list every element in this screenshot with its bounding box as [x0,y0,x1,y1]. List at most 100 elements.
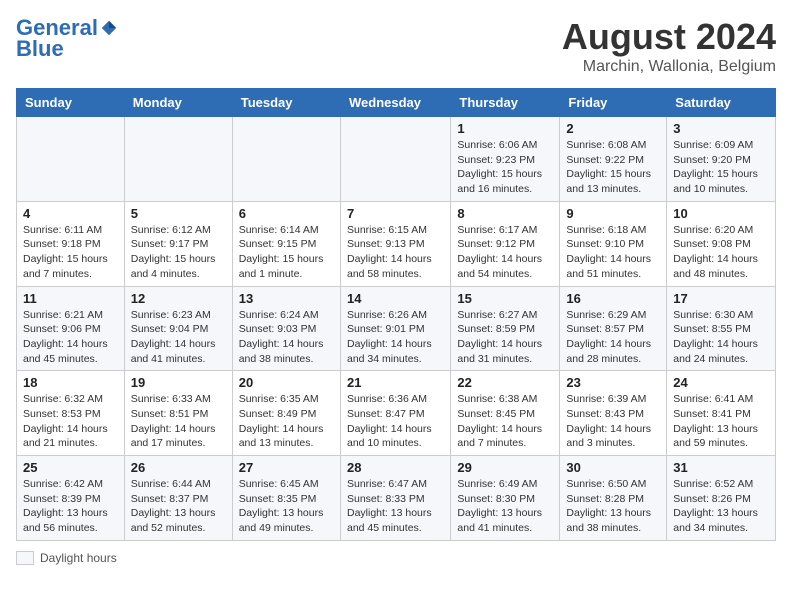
day-info: Sunrise: 6:15 AM Sunset: 9:13 PM Dayligh… [347,223,444,282]
page-header: General Blue August 2024 Marchin, Wallon… [16,16,776,76]
calendar-cell: 7 Sunrise: 6:15 AM Sunset: 9:13 PM Daylig… [340,201,450,286]
calendar-cell: 1Sunrise: 6:06 AM Sunset: 9:23 PM Daylig… [451,117,560,202]
legend-label: Daylight hours [40,551,117,565]
calendar-cell: 17Sunrise: 6:30 AM Sunset: 8:55 PM Dayli… [667,286,776,371]
day-info: Sunrise: 6:23 AM Sunset: 9:04 PM Dayligh… [131,308,226,367]
calendar-cell: 8Sunrise: 6:17 AM Sunset: 9:12 PM Daylig… [451,201,560,286]
weekday-header: Monday [124,89,232,117]
calendar-week-row: 25 Sunrise: 6:42 AM Sunset: 8:39 PM Dayli… [17,456,776,541]
day-info: Sunrise: 6:09 AM Sunset: 9:20 PM Dayligh… [673,138,769,197]
calendar-cell: 25 Sunrise: 6:42 AM Sunset: 8:39 PM Dayli… [17,456,125,541]
weekday-header: Sunday [17,89,125,117]
calendar-cell: 27 Sunrise: 6:45 AM Sunset: 8:35 PM Dayli… [232,456,340,541]
calendar-cell: 21Sunrise: 6:36 AM Sunset: 8:47 PM Dayli… [340,371,450,456]
day-info: Sunrise: 6:26 AM Sunset: 9:01 PM Dayligh… [347,308,444,367]
day-number: 10 [673,206,769,221]
day-info: Sunrise: 6:29 AM Sunset: 8:57 PM Dayligh… [566,308,660,367]
day-number: 2 [566,121,660,136]
calendar-cell: 13 Sunrise: 6:24 AM Sunset: 9:03 PM Dayli… [232,286,340,371]
logo: General Blue [16,16,118,62]
calendar-cell: 24Sunrise: 6:41 AM Sunset: 8:41 PM Dayli… [667,371,776,456]
day-number: 5 [131,206,226,221]
calendar-cell [232,117,340,202]
calendar-cell: 23Sunrise: 6:39 AM Sunset: 8:43 PM Dayli… [560,371,667,456]
day-number: 8 [457,206,553,221]
calendar-cell: 20 Sunrise: 6:35 AM Sunset: 8:49 PM Dayli… [232,371,340,456]
day-info: Sunrise: 6:21 AM Sunset: 9:06 PM Dayligh… [23,308,118,367]
day-number: 12 [131,291,226,306]
day-info: Sunrise: 6:18 AM Sunset: 9:10 PM Dayligh… [566,223,660,282]
calendar-cell: 12 Sunrise: 6:23 AM Sunset: 9:04 PM Dayli… [124,286,232,371]
day-info: Sunrise: 6:27 AM Sunset: 8:59 PM Dayligh… [457,308,553,367]
day-info: Sunrise: 6:50 AM Sunset: 8:28 PM Dayligh… [566,477,660,536]
day-number: 7 [347,206,444,221]
weekday-header: Saturday [667,89,776,117]
calendar-week-row: 11 Sunrise: 6:21 AM Sunset: 9:06 PM Dayli… [17,286,776,371]
day-number: 28 [347,460,444,475]
day-number: 23 [566,375,660,390]
calendar-cell: 11 Sunrise: 6:21 AM Sunset: 9:06 PM Dayli… [17,286,125,371]
day-number: 25 [23,460,118,475]
day-number: 15 [457,291,553,306]
day-number: 11 [23,291,118,306]
calendar-cell: 14Sunrise: 6:26 AM Sunset: 9:01 PM Dayli… [340,286,450,371]
day-info: Sunrise: 6:49 AM Sunset: 8:30 PM Dayligh… [457,477,553,536]
calendar-cell: 9 Sunrise: 6:18 AM Sunset: 9:10 PM Daylig… [560,201,667,286]
day-number: 19 [131,375,226,390]
day-info: Sunrise: 6:44 AM Sunset: 8:37 PM Dayligh… [131,477,226,536]
calendar-week-row: 18 Sunrise: 6:32 AM Sunset: 8:53 PM Dayli… [17,371,776,456]
day-number: 29 [457,460,553,475]
weekday-header: Tuesday [232,89,340,117]
day-number: 18 [23,375,118,390]
day-info: Sunrise: 6:38 AM Sunset: 8:45 PM Dayligh… [457,392,553,451]
day-number: 20 [239,375,334,390]
calendar-cell: 28 Sunrise: 6:47 AM Sunset: 8:33 PM Dayli… [340,456,450,541]
day-info: Sunrise: 6:45 AM Sunset: 8:35 PM Dayligh… [239,477,334,536]
calendar-cell [17,117,125,202]
month-title: August 2024 [562,16,776,58]
day-info: Sunrise: 6:32 AM Sunset: 8:53 PM Dayligh… [23,392,118,451]
calendar-cell: 22 Sunrise: 6:38 AM Sunset: 8:45 PM Dayli… [451,371,560,456]
day-info: Sunrise: 6:42 AM Sunset: 8:39 PM Dayligh… [23,477,118,536]
day-info: Sunrise: 6:35 AM Sunset: 8:49 PM Dayligh… [239,392,334,451]
day-number: 22 [457,375,553,390]
calendar-cell: 15 Sunrise: 6:27 AM Sunset: 8:59 PM Dayli… [451,286,560,371]
day-number: 17 [673,291,769,306]
day-number: 13 [239,291,334,306]
calendar-header-row: SundayMondayTuesdayWednesdayThursdayFrid… [17,89,776,117]
calendar-cell: 18 Sunrise: 6:32 AM Sunset: 8:53 PM Dayli… [17,371,125,456]
calendar-cell: 26 Sunrise: 6:44 AM Sunset: 8:37 PM Dayli… [124,456,232,541]
calendar-cell: 29 Sunrise: 6:49 AM Sunset: 8:30 PM Dayli… [451,456,560,541]
day-number: 27 [239,460,334,475]
calendar-cell: 16 Sunrise: 6:29 AM Sunset: 8:57 PM Dayli… [560,286,667,371]
day-number: 4 [23,206,118,221]
calendar-cell: 4 Sunrise: 6:11 AM Sunset: 9:18 PM Daylig… [17,201,125,286]
day-info: Sunrise: 6:12 AM Sunset: 9:17 PM Dayligh… [131,223,226,282]
weekday-header: Friday [560,89,667,117]
day-info: Sunrise: 6:06 AM Sunset: 9:23 PM Dayligh… [457,138,553,197]
title-block: August 2024 Marchin, Wallonia, Belgium [562,16,776,76]
legend-box [16,551,34,565]
calendar-cell: 10 Sunrise: 6:20 AM Sunset: 9:08 PM Dayli… [667,201,776,286]
day-number: 24 [673,375,769,390]
calendar-cell: 6Sunrise: 6:14 AM Sunset: 9:15 PM Daylig… [232,201,340,286]
calendar-cell: 30 Sunrise: 6:50 AM Sunset: 8:28 PM Dayli… [560,456,667,541]
calendar-footer: Daylight hours [16,551,776,565]
calendar-week-row: 4 Sunrise: 6:11 AM Sunset: 9:18 PM Daylig… [17,201,776,286]
calendar-cell: 3 Sunrise: 6:09 AM Sunset: 9:20 PM Daylig… [667,117,776,202]
calendar-cell [124,117,232,202]
logo-icon [100,19,118,37]
day-number: 30 [566,460,660,475]
day-number: 26 [131,460,226,475]
calendar-cell: 2Sunrise: 6:08 AM Sunset: 9:22 PM Daylig… [560,117,667,202]
day-info: Sunrise: 6:11 AM Sunset: 9:18 PM Dayligh… [23,223,118,282]
day-info: Sunrise: 6:47 AM Sunset: 8:33 PM Dayligh… [347,477,444,536]
day-info: Sunrise: 6:20 AM Sunset: 9:08 PM Dayligh… [673,223,769,282]
day-number: 16 [566,291,660,306]
day-info: Sunrise: 6:24 AM Sunset: 9:03 PM Dayligh… [239,308,334,367]
calendar-week-row: 1Sunrise: 6:06 AM Sunset: 9:23 PM Daylig… [17,117,776,202]
weekday-header: Thursday [451,89,560,117]
day-number: 9 [566,206,660,221]
weekday-header: Wednesday [340,89,450,117]
day-number: 3 [673,121,769,136]
